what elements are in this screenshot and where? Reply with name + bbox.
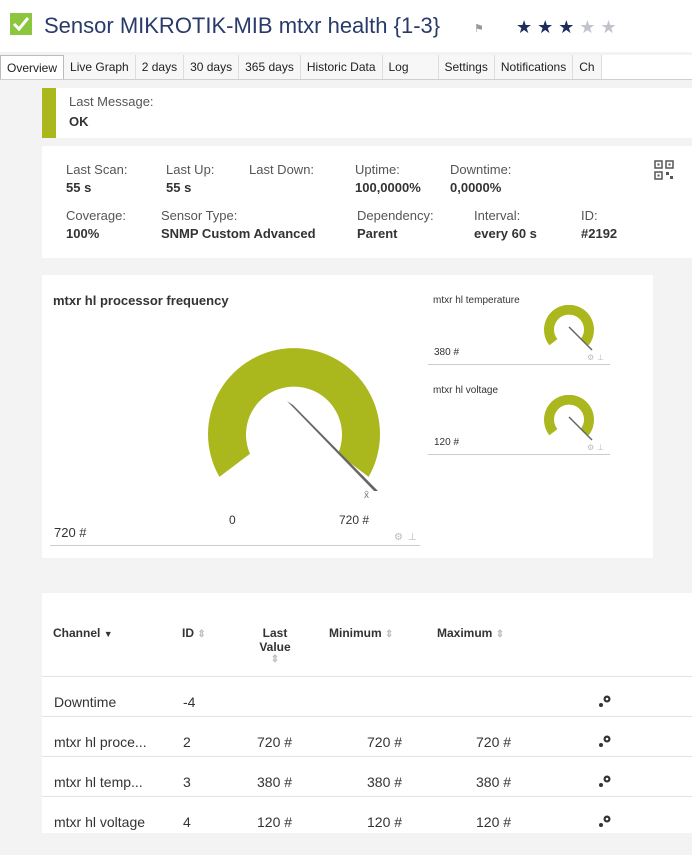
tab-channels[interactable]: Ch: [573, 55, 602, 79]
tab-live-graph[interactable]: Live Graph: [64, 55, 136, 79]
channel-last-value: 380 #: [257, 774, 293, 790]
tab-30-days[interactable]: 30 days: [184, 55, 240, 79]
sort-icon: ⇕: [495, 629, 505, 640]
last-up-label: Last Up:: [166, 162, 215, 177]
channels-table: Channel ▼ ID ⇕ Last Value ⇕ Minimum ⇕ Ma…: [42, 593, 692, 833]
sort-icon: ⇕: [197, 629, 206, 640]
temperature-gauge-value: 380 #: [434, 347, 460, 358]
uptime-value: 100,0000%: [355, 180, 421, 195]
id-label: ID:: [581, 208, 598, 223]
coverage-value: 100%: [66, 226, 100, 241]
page-title: Sensor MIKROTIK-MIB mtxr health {1-3}: [44, 13, 441, 38]
channel-minimum: 720 #: [367, 734, 403, 750]
main-gauge: [208, 348, 380, 491]
channel-maximum: 380 #: [476, 774, 512, 790]
channel-last-value: 120 #: [257, 814, 293, 830]
channel-name[interactable]: Downtime: [54, 694, 116, 710]
uptime-label: Uptime:: [355, 162, 400, 177]
tab-notifications[interactable]: Notifications: [494, 55, 574, 79]
channel-minimum: 120 #: [367, 814, 403, 830]
channel-maximum: 720 #: [476, 734, 512, 750]
max-marker: x̄: [364, 490, 369, 501]
column-header-id[interactable]: ID ⇕: [182, 626, 206, 640]
downtime-label: Downtime:: [450, 162, 512, 177]
temperature-gauge: [544, 305, 594, 351]
gauge-max-label: 720 #: [339, 513, 370, 527]
column-header-minimum[interactable]: Minimum ⇕: [329, 626, 393, 640]
priority-stars-filled[interactable]: ★★★: [516, 17, 579, 37]
column-header-last-value[interactable]: Last Value ⇕: [250, 626, 300, 665]
last-up-value: 55 s: [166, 180, 192, 195]
main-gauge-title: mtxr hl processor frequency: [53, 293, 229, 308]
gauge-settings-icon[interactable]: ⚙: [394, 532, 403, 543]
channel-id: 3: [183, 774, 191, 790]
pin-icon[interactable]: ⊥: [408, 532, 417, 543]
temperature-gauge-pin-icon[interactable]: ⊥: [597, 353, 604, 362]
voltage-gauge-pin-icon[interactable]: ⊥: [597, 443, 604, 452]
channel-name[interactable]: mtxr hl temp...: [54, 774, 143, 790]
channel-maximum: 120 #: [476, 814, 512, 830]
last-scan-label: Last Scan:: [66, 162, 128, 177]
downtime-value: 0,0000%: [450, 180, 502, 195]
voltage-gauge-value: 120 #: [434, 437, 460, 448]
last-message-panel: Last Message: OK: [42, 88, 692, 138]
voltage-gauge: [544, 395, 594, 441]
tab-historic-data[interactable]: Historic Data: [300, 55, 383, 79]
priority-stars[interactable]: ★★★★★: [516, 17, 622, 38]
dependency-value[interactable]: Parent: [357, 226, 397, 241]
last-scan-value: 55 s: [66, 180, 92, 195]
status-color-bar: [42, 88, 56, 138]
column-header-maximum[interactable]: Maximum ⇕: [437, 626, 504, 640]
main-gauge-arc: [208, 348, 380, 477]
id-value: #2192: [581, 226, 618, 241]
sensor-type-label: Sensor Type:: [161, 208, 238, 223]
sort-icon: ⇕: [385, 629, 394, 640]
channel-id: -4: [183, 694, 196, 710]
temperature-gauge-title: mtxr hl temperature: [433, 295, 520, 306]
interval-label: Interval:: [474, 208, 521, 223]
voltage-gauge-title: mtxr hl voltage: [433, 385, 499, 396]
tab-log[interactable]: Log: [382, 55, 439, 79]
channel-id: 4: [183, 814, 191, 830]
tab-2-days[interactable]: 2 days: [135, 55, 185, 79]
flag-icon[interactable]: ⚑: [474, 22, 484, 35]
channel-settings-icon[interactable]: [598, 734, 612, 753]
tab-settings[interactable]: Settings: [438, 55, 495, 79]
main-gauge-value: 720 #: [54, 525, 87, 540]
priority-stars-empty[interactable]: ★★: [579, 17, 621, 37]
channel-minimum: 380 #: [367, 774, 403, 790]
last-down-label: Last Down:: [249, 162, 315, 177]
gauge-min-label: 0: [229, 513, 236, 527]
voltage-gauge-settings-icon[interactable]: ⚙: [587, 443, 594, 452]
interval-value: every 60 s: [474, 226, 537, 241]
channel-last-value: 720 #: [257, 734, 293, 750]
temperature-gauge-settings-icon[interactable]: ⚙: [587, 353, 594, 362]
sort-desc-icon: ▼: [103, 629, 113, 639]
sensor-type-value: SNMP Custom Advanced: [161, 226, 316, 241]
sort-icon: ⇕: [270, 654, 280, 665]
channel-name[interactable]: mtxr hl proce...: [54, 734, 147, 750]
last-message-value: OK: [69, 114, 89, 129]
dependency-label: Dependency:: [357, 208, 434, 223]
gauges-panel: mtxr hl processor frequency x̄ 0 720 # 7…: [42, 275, 653, 558]
channel-settings-icon[interactable]: [598, 814, 612, 833]
tab-overview[interactable]: Overview: [0, 55, 65, 79]
tab-365-days[interactable]: 365 days: [239, 55, 301, 79]
sensor-stats-panel: Last Scan: 55 s Last Up: 55 s Last Down:…: [42, 146, 692, 258]
status-ok-icon: [10, 13, 32, 35]
column-header-channel[interactable]: Channel ▼: [53, 626, 113, 640]
coverage-label: Coverage:: [66, 208, 126, 223]
tab-bar: Overview Live Graph 2 days 30 days 365 d…: [0, 55, 692, 80]
last-message-label: Last Message:: [69, 94, 154, 109]
page-header: Sensor MIKROTIK-MIB mtxr health {1-3} ⚑ …: [0, 0, 692, 52]
channel-name[interactable]: mtxr hl voltage: [54, 814, 145, 830]
qr-code-icon[interactable]: [654, 160, 674, 185]
channel-settings-icon[interactable]: [598, 774, 612, 793]
channel-settings-icon[interactable]: [598, 694, 612, 713]
channel-id: 2: [183, 734, 191, 750]
